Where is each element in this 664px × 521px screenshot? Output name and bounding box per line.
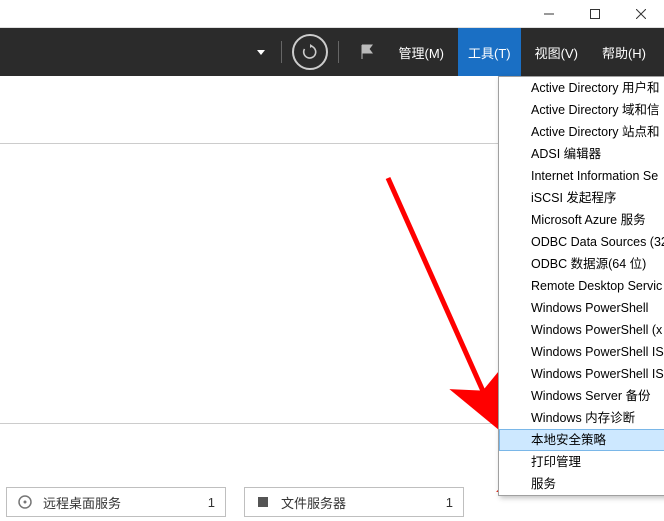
menu-view[interactable]: 视图(V) (525, 28, 588, 76)
menu-manage[interactable]: 管理(M) (389, 28, 455, 76)
tools-menu-item[interactable]: Windows PowerShell IS (499, 341, 664, 363)
toolbar-separator (338, 41, 339, 63)
tools-menu-item[interactable]: ODBC Data Sources (32 (499, 231, 664, 253)
tools-menu-item[interactable]: Internet Information Se (499, 165, 664, 187)
maximize-icon (590, 9, 600, 19)
tools-menu-item[interactable]: 本地安全策略 (499, 429, 664, 451)
minimize-icon (544, 9, 554, 19)
card-count: 1 (208, 495, 215, 510)
tools-menu-item[interactable]: Windows Server 备份 (499, 385, 664, 407)
tools-menu-item[interactable]: Windows PowerShell IS (499, 363, 664, 385)
minimize-button[interactable] (526, 0, 572, 28)
card-label: 远程桌面服务 (43, 493, 198, 512)
refresh-icon (302, 44, 318, 60)
flag-icon (358, 43, 376, 61)
menu-tools[interactable]: 工具(T) (458, 28, 521, 76)
tools-menu-item[interactable]: ODBC 数据源(64 位) (499, 253, 664, 275)
monitor-icon (17, 494, 33, 510)
tools-menu-item[interactable]: Windows PowerShell (x (499, 319, 664, 341)
toolbar-dropdown[interactable] (247, 36, 271, 68)
tools-menu-item[interactable]: Microsoft Azure 服务 (499, 209, 664, 231)
tools-menu-item[interactable]: ADSI 编辑器 (499, 143, 664, 165)
tools-menu-item[interactable]: 打印管理 (499, 451, 664, 473)
tools-menu-item[interactable]: Windows PowerShell (499, 297, 664, 319)
main-toolbar: 管理(M) 工具(T) 视图(V) 帮助(H) (0, 28, 664, 76)
tools-menu-item[interactable]: Active Directory 站点和 (499, 121, 664, 143)
tools-menu-item[interactable]: Remote Desktop Servic (499, 275, 664, 297)
toolbar-separator (281, 41, 282, 63)
card-count: 1 (446, 495, 453, 510)
card-remote-desktop[interactable]: 远程桌面服务 1 (6, 487, 226, 517)
tools-menu-item[interactable]: 服务 (499, 473, 664, 495)
card-label: 文件服务器 (281, 493, 436, 512)
tools-menu-item[interactable]: Windows 内存诊断 (499, 407, 664, 429)
server-icon (255, 494, 271, 510)
window-titlebar (0, 0, 664, 28)
menu-help[interactable]: 帮助(H) (592, 28, 656, 76)
close-icon (636, 9, 646, 19)
tools-menu-item[interactable]: iSCSI 发起程序 (499, 187, 664, 209)
tools-dropdown: Active Directory 用户和Active Directory 域和信… (498, 76, 664, 496)
close-button[interactable] (618, 0, 664, 28)
tools-menu-item[interactable]: Active Directory 域和信 (499, 99, 664, 121)
tools-menu-item[interactable]: Active Directory 用户和 (499, 77, 664, 99)
refresh-button[interactable] (292, 34, 328, 70)
chevron-down-icon (257, 50, 265, 55)
maximize-button[interactable] (572, 0, 618, 28)
flag-button[interactable] (349, 34, 385, 70)
card-file-server[interactable]: 文件服务器 1 (244, 487, 464, 517)
